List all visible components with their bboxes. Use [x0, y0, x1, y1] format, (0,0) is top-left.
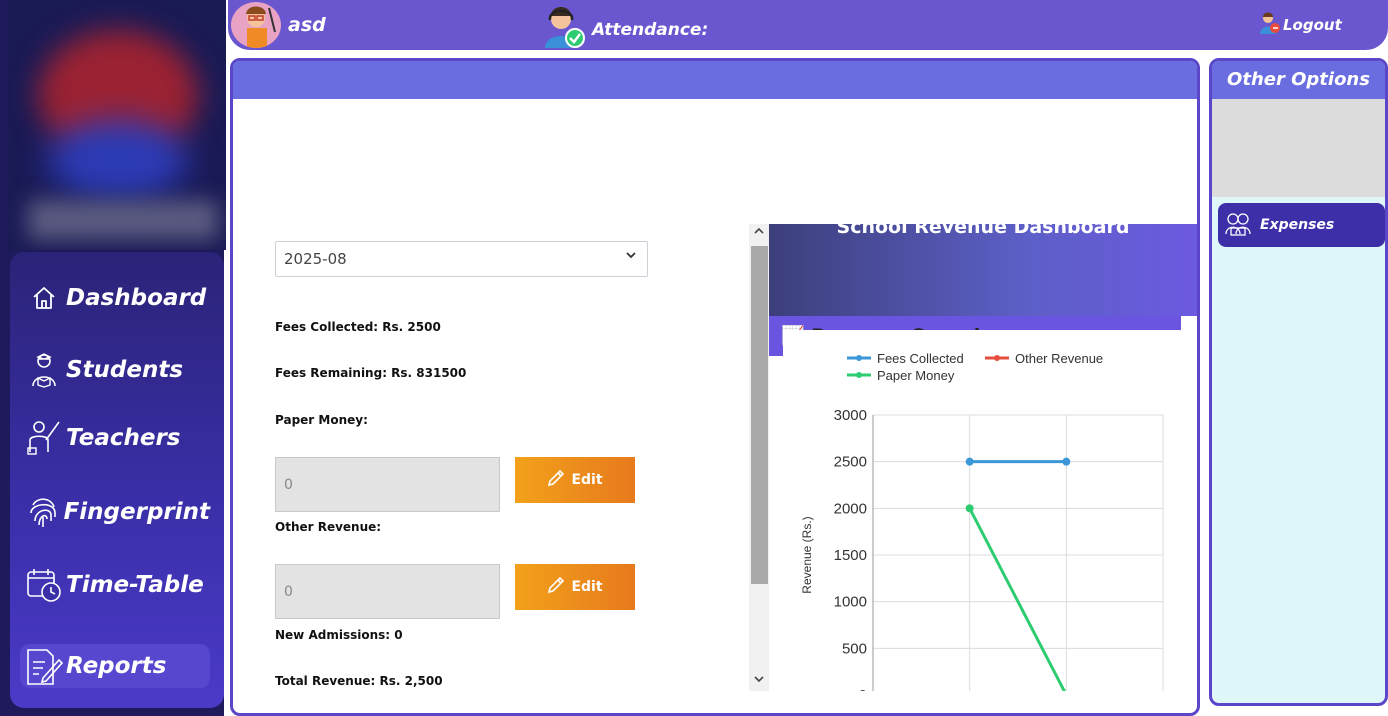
fees-remaining-text: Fees Remaining: Rs. 831500 [275, 366, 467, 380]
data-point [1062, 457, 1071, 466]
period-select[interactable]: 2025-08 [275, 241, 648, 277]
sidebar-item-teachers[interactable]: Teachers [24, 416, 210, 460]
username: asd [288, 14, 326, 36]
revenue-dashboard-title: School Revenue Dashboard [836, 224, 1130, 238]
student-icon [24, 350, 64, 390]
legend-label: Fees Collected [877, 351, 964, 366]
legend-marker [856, 355, 862, 361]
sidebar-item-label: Time-Table [66, 572, 204, 598]
revenue-line-chart: 3000 2500 2000 1500 1000 500 0 Revenue (Rs.) Fee… [800, 351, 1164, 691]
expenses-label: Expenses [1260, 217, 1335, 233]
top-bar: asd Attendance: Logout [228, 0, 1388, 50]
new-admissions-text: New Admissions: 0 [275, 628, 403, 642]
logo-text-band [28, 200, 218, 240]
main-panel: 2025-08 Fees Collected: Rs. 2500 Fees Re… [230, 58, 1200, 716]
sidebar-item-label: Teachers [66, 425, 181, 451]
expenses-icon [1224, 210, 1252, 240]
sidebar: Dashboard Students Teachers Fingerprint … [10, 252, 224, 708]
chevron-down-icon [625, 249, 637, 265]
main-panel-header [233, 61, 1197, 99]
attendance-label: Attendance: [592, 20, 709, 40]
revenue-chart-card: 3000 2500 2000 1500 1000 500 0 Revenue (Rs.) Fee… [783, 330, 1181, 691]
data-point [965, 504, 974, 513]
series-line-paper-money [968, 507, 1066, 691]
sidebar-item-label: Fingerprint [63, 499, 210, 525]
y-tick-label: 1000 [834, 594, 867, 611]
edit-other-revenue-button[interactable]: Edit [515, 564, 635, 610]
logout-button[interactable]: Logout [1260, 12, 1342, 38]
sidebar-item-time-table[interactable]: Time-Table [24, 563, 210, 607]
legend-label: Other Revenue [1015, 351, 1103, 366]
legend-marker [856, 372, 862, 378]
logo-blue-shape [48, 120, 188, 200]
edit-label: Edit [571, 579, 603, 595]
scroll-down-icon[interactable] [753, 674, 765, 687]
report-edit-icon [24, 646, 64, 686]
fees-collected-text: Fees Collected: Rs. 2500 [275, 320, 441, 334]
home-icon [24, 278, 64, 318]
sidebar-item-label: Students [66, 357, 184, 383]
sidebar-item-students[interactable]: Students [24, 348, 210, 392]
logout-icon [1260, 12, 1280, 38]
y-tick-label: 2500 [834, 454, 867, 471]
fingerprint-icon [24, 492, 62, 532]
right-panel: Other Options Expenses [1209, 58, 1388, 706]
revenue-dashboard-frame[interactable]: School Revenue Dashboard 📈 Revenue Overv… [749, 224, 1197, 691]
attendance-icon [541, 2, 587, 48]
right-panel-placeholder [1212, 99, 1385, 197]
pencil-icon [547, 576, 565, 598]
user-avatar[interactable] [231, 2, 281, 48]
scroll-up-icon[interactable] [753, 226, 765, 239]
paper-money-label: Paper Money: [275, 413, 368, 427]
edit-label: Edit [571, 472, 603, 488]
y-axis-label: Revenue (Rs.) [800, 516, 814, 593]
data-point [965, 457, 974, 466]
y-tick-label: 1500 [834, 547, 867, 564]
edit-paper-money-button[interactable]: Edit [515, 457, 635, 503]
legend-label: Paper Money [877, 368, 955, 383]
y-tick-label: 3000 [834, 407, 867, 424]
legend-marker [994, 355, 1000, 361]
sidebar-item-reports[interactable]: Reports [20, 644, 210, 688]
sidebar-item-fingerprint[interactable]: Fingerprint [24, 490, 210, 534]
scrollbar-thumb[interactable] [751, 246, 768, 584]
teacher-icon [24, 418, 64, 458]
other-revenue-field[interactable]: 0 [275, 564, 500, 619]
pencil-icon [547, 469, 565, 491]
paper-money-field[interactable]: 0 [275, 457, 500, 512]
sidebar-item-dashboard[interactable]: Dashboard [24, 276, 210, 320]
sidebar-item-label: Reports [66, 653, 167, 679]
y-tick-label: 0 [859, 687, 867, 691]
logout-label: Logout [1283, 16, 1342, 34]
school-logo [8, 0, 226, 250]
expenses-button[interactable]: Expenses [1218, 203, 1385, 247]
y-tick-label: 500 [842, 640, 867, 657]
sidebar-item-label: Dashboard [66, 285, 207, 311]
other-options-title: Other Options [1212, 61, 1385, 99]
y-tick-label: 2000 [834, 500, 867, 517]
other-revenue-label: Other Revenue: [275, 520, 382, 534]
calendar-clock-icon [24, 565, 64, 605]
total-revenue-text: Total Revenue: Rs. 2,500 [275, 674, 443, 688]
